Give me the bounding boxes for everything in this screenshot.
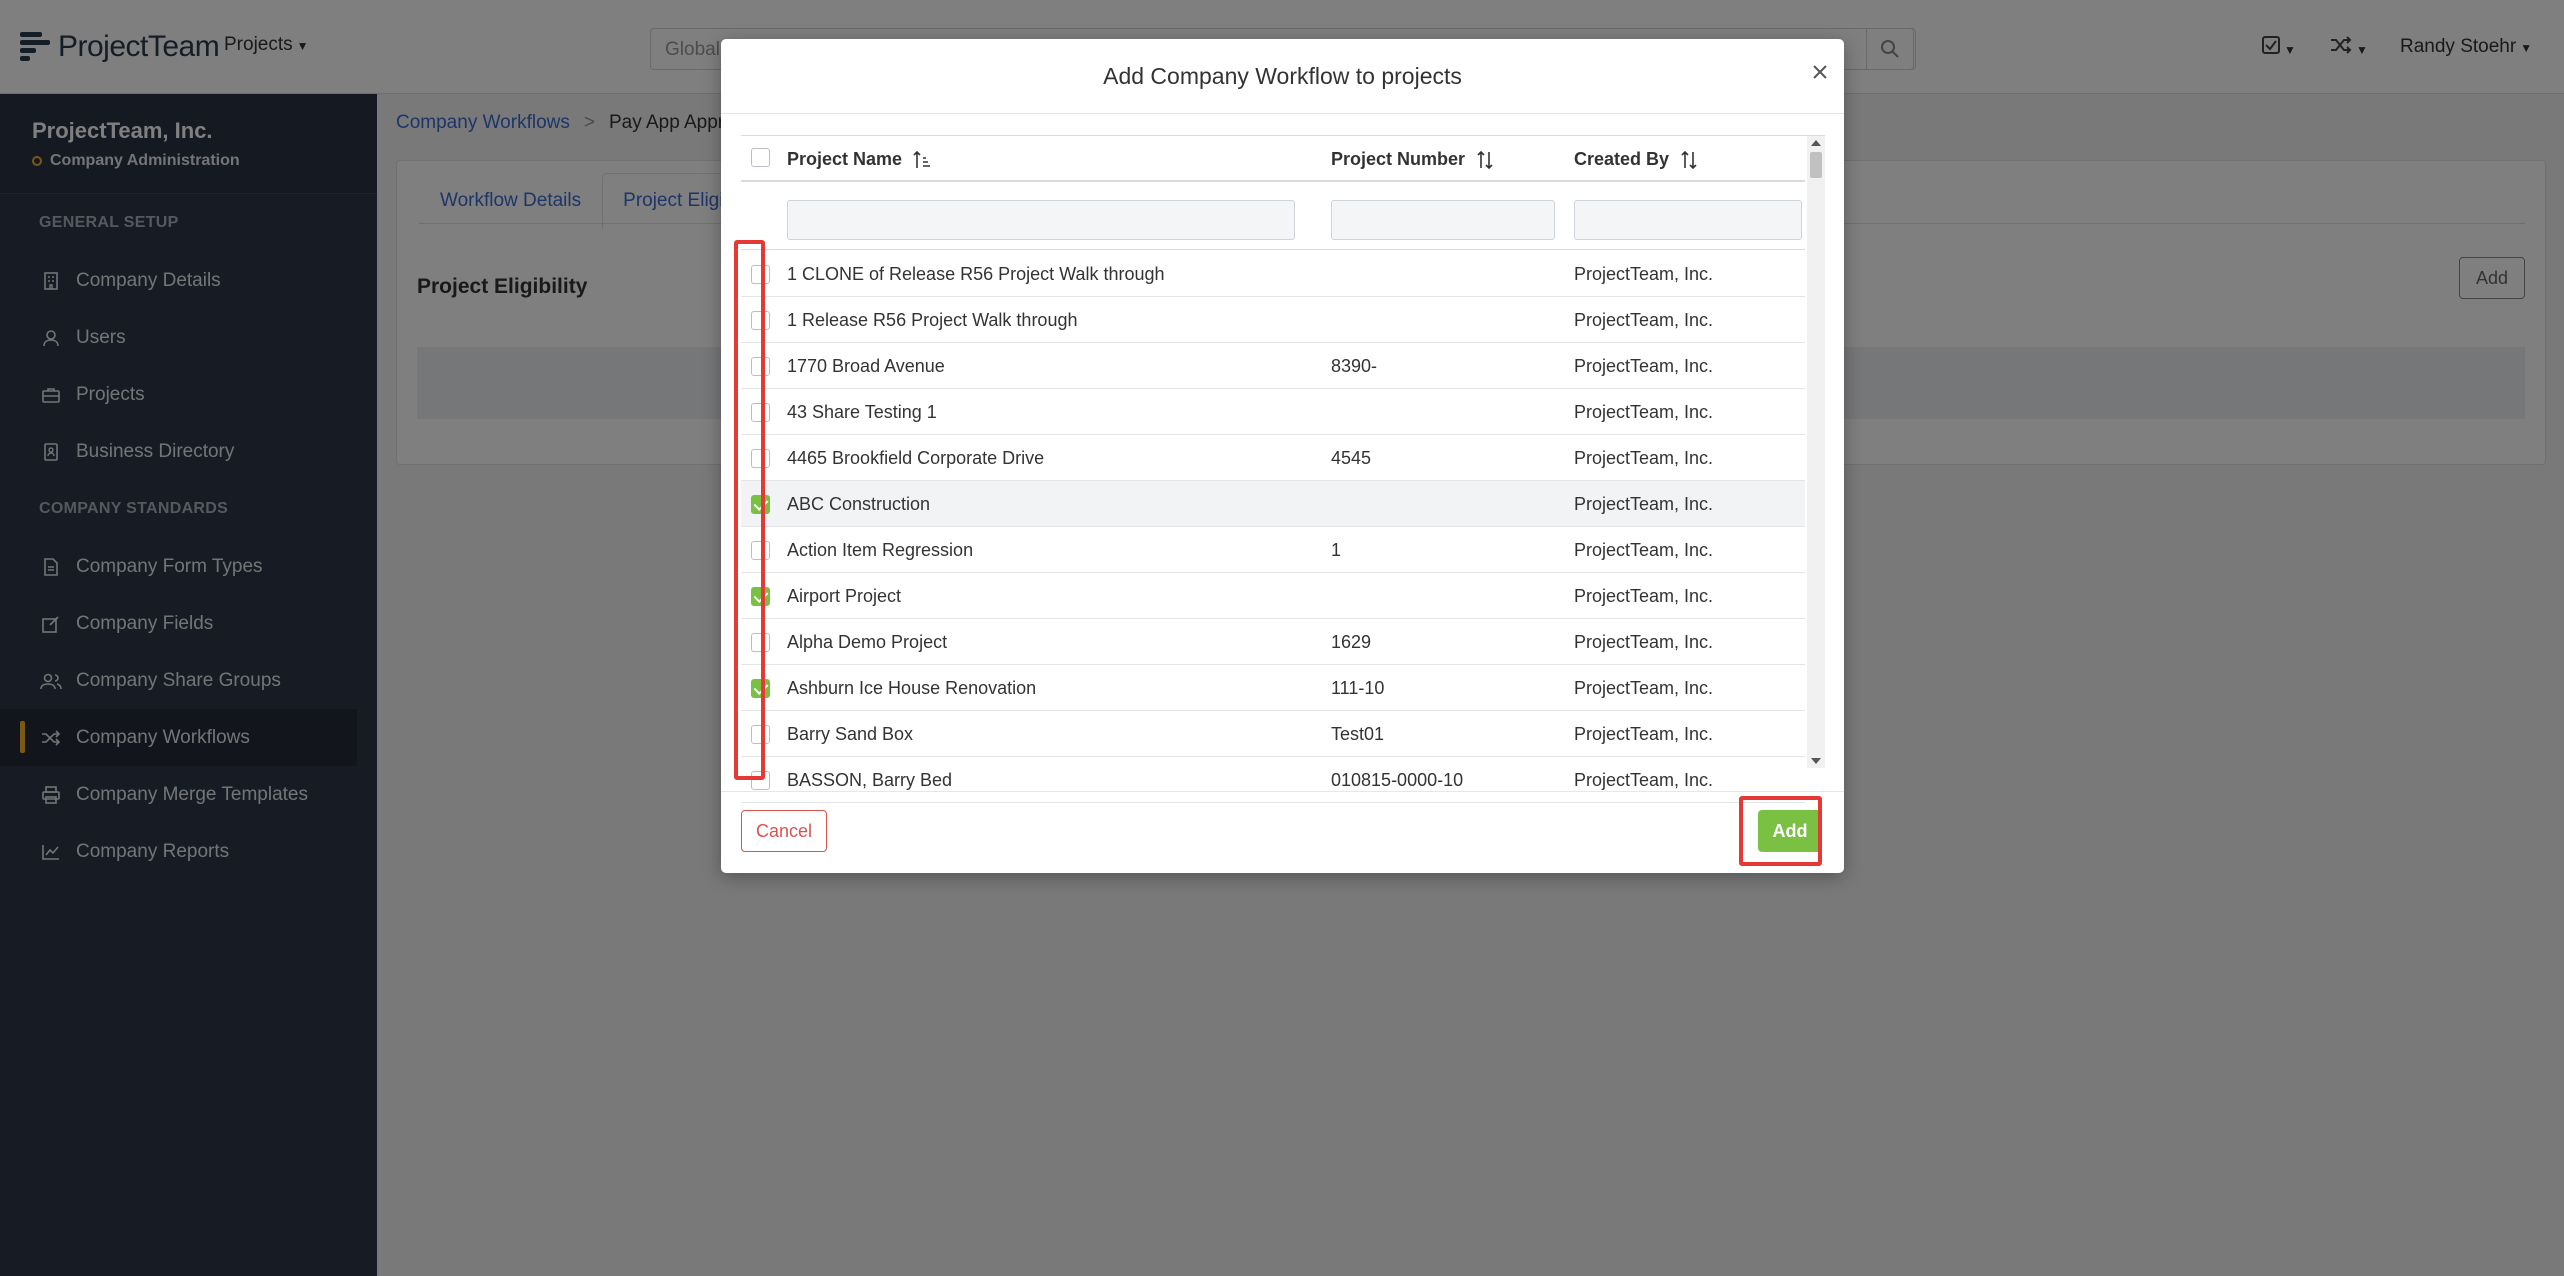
created-by-cell: ProjectTeam, Inc. <box>1574 724 1714 744</box>
grid-body: 1 CLONE of Release R56 Project Walk thro… <box>741 251 1805 803</box>
project-name-cell: 1770 Broad Avenue <box>787 356 945 376</box>
created-by-cell: ProjectTeam, Inc. <box>1574 264 1714 284</box>
modal-header: Add Company Workflow to projects <box>721 39 1844 114</box>
created-by-filter-input[interactable] <box>1574 200 1802 240</box>
project-name-cell: Alpha Demo Project <box>787 632 948 652</box>
project-name-cell: 43 Share Testing 1 <box>787 402 937 422</box>
created-by-cell: ProjectTeam, Inc. <box>1574 678 1714 698</box>
grid-scrollbar[interactable] <box>1807 136 1825 768</box>
project-number-cell: 1629 <box>1331 632 1372 652</box>
project-name-filter-input[interactable] <box>787 200 1295 240</box>
table-row[interactable]: Ashburn Ice House Renovation 111-10 Projec… <box>741 665 1805 711</box>
table-row[interactable]: Airport Project ProjectTeam, Inc. <box>741 573 1805 619</box>
created-by-cell: ProjectTeam, Inc. <box>1574 402 1714 422</box>
projects-grid: Project Name Project Number Created By 1… <box>741 135 1825 807</box>
sort-icon[interactable] <box>1679 150 1699 170</box>
filter-row <box>741 184 1805 250</box>
add-workflow-modal: Add Company Workflow to projects Project… <box>721 39 1844 873</box>
column-created-by-label: Created By <box>1574 149 1670 169</box>
scroll-down-arrow-icon[interactable] <box>1811 758 1821 764</box>
modal-title: Add Company Workflow to projects <box>1103 63 1462 89</box>
project-number-cell: 111-10 <box>1331 678 1385 698</box>
cancel-button[interactable]: Cancel <box>741 810 827 852</box>
project-number-cell: Test01 <box>1331 724 1385 744</box>
project-name-cell: 1 Release R56 Project Walk through <box>787 310 1078 330</box>
column-project-number-label: Project Number <box>1331 149 1466 169</box>
table-row[interactable]: 1 CLONE of Release R56 Project Walk thro… <box>741 251 1805 297</box>
created-by-cell: ProjectTeam, Inc. <box>1574 494 1714 514</box>
created-by-cell: ProjectTeam, Inc. <box>1574 632 1714 652</box>
project-name-cell: Action Item Regression <box>787 540 974 560</box>
scrollbar-thumb[interactable] <box>1810 152 1822 178</box>
project-name-cell: 1 CLONE of Release R56 Project Walk thro… <box>787 264 1165 284</box>
created-by-cell: ProjectTeam, Inc. <box>1574 310 1714 330</box>
project-number-cell: 4545 <box>1331 448 1372 468</box>
table-row[interactable]: Barry Sand Box Test01 ProjectTeam, Inc. <box>741 711 1805 757</box>
close-icon <box>1813 65 1827 79</box>
select-all-checkbox[interactable] <box>751 148 770 167</box>
project-name-cell: Airport Project <box>787 586 902 606</box>
created-by-cell: ProjectTeam, Inc. <box>1574 540 1714 560</box>
project-name-cell: BASSON, Barry Bed <box>787 770 953 790</box>
project-name-cell: 4465 Brookfield Corporate Drive <box>787 448 1045 468</box>
project-name-cell: Ashburn Ice House Renovation <box>787 678 1037 698</box>
close-button[interactable] <box>1806 58 1834 86</box>
checkbox-column-highlight <box>734 240 765 780</box>
column-project-name[interactable]: Project Name <box>787 149 932 170</box>
created-by-cell: ProjectTeam, Inc. <box>1574 448 1714 468</box>
table-row[interactable]: Action Item Regression 1 ProjectTeam, Inc. <box>741 527 1805 573</box>
column-created-by[interactable]: Created By <box>1574 149 1699 170</box>
table-row[interactable]: 4465 Brookfield Corporate Drive 4545 Proje… <box>741 435 1805 481</box>
project-number-cell: 1 <box>1331 540 1342 560</box>
grid-header: Project Name Project Number Created By <box>741 136 1805 182</box>
table-row[interactable]: 1 Release R56 Project Walk through Projec… <box>741 297 1805 343</box>
project-number-cell: 8390- <box>1331 356 1378 376</box>
table-row[interactable]: 43 Share Testing 1 ProjectTeam, Inc. <box>741 389 1805 435</box>
created-by-cell: ProjectTeam, Inc. <box>1574 586 1714 606</box>
project-number-cell: 010815-0000-10 <box>1331 770 1464 790</box>
column-project-number[interactable]: Project Number <box>1331 149 1495 170</box>
sort-ascending-icon[interactable] <box>912 150 932 170</box>
table-row[interactable]: ABC Construction ProjectTeam, Inc. <box>741 481 1805 527</box>
created-by-cell: ProjectTeam, Inc. <box>1574 356 1714 376</box>
table-row[interactable]: 1770 Broad Avenue 8390- ProjectTeam, Inc. <box>741 343 1805 389</box>
scroll-up-arrow-icon[interactable] <box>1811 140 1821 146</box>
project-number-filter-input[interactable] <box>1331 200 1555 240</box>
project-name-cell: ABC Construction <box>787 494 931 514</box>
created-by-cell: ProjectTeam, Inc. <box>1574 770 1714 790</box>
sort-icon[interactable] <box>1475 150 1495 170</box>
column-project-name-label: Project Name <box>787 149 903 169</box>
add-button-highlight <box>1739 796 1822 866</box>
table-row[interactable]: Alpha Demo Project 1629 ProjectTeam, Inc. <box>741 619 1805 665</box>
modal-footer: Cancel Add <box>721 791 1844 873</box>
project-name-cell: Barry Sand Box <box>787 724 914 744</box>
